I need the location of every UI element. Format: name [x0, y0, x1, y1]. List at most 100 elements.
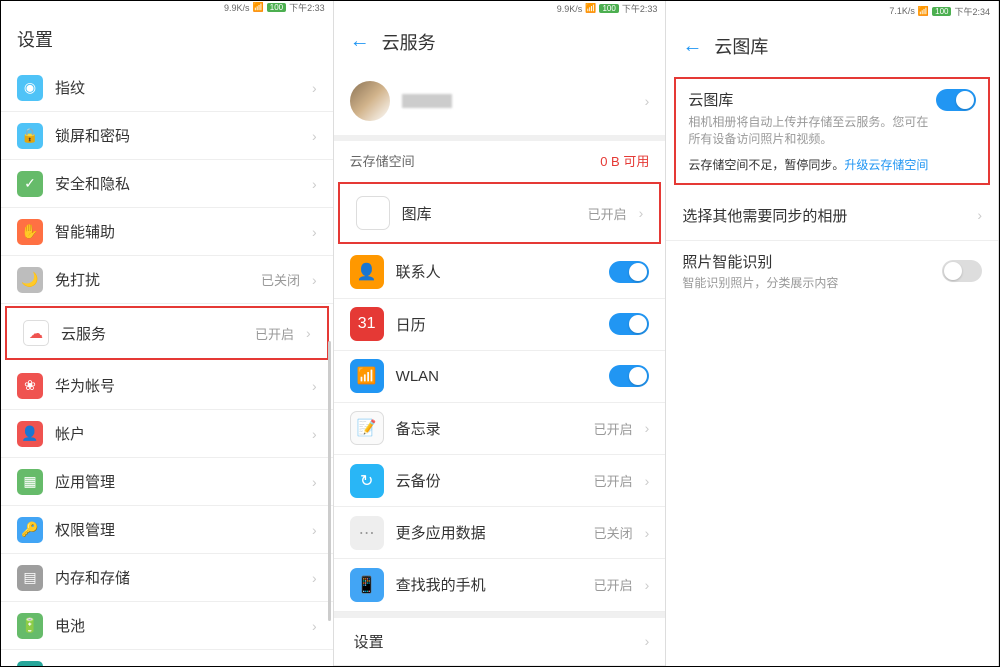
- cloud-icon: ☁: [23, 320, 49, 346]
- chevron-right-icon: ›: [645, 420, 650, 436]
- more-icon: ⋯: [350, 516, 384, 550]
- item-app-mgmt[interactable]: ▦应用管理›: [1, 458, 333, 506]
- fingerprint-icon: ◉: [17, 75, 43, 101]
- item-find-phone[interactable]: 📱查找我的手机已开启›: [334, 559, 666, 611]
- storage-value: 0 B 可用: [600, 151, 649, 170]
- chevron-right-icon: ›: [312, 474, 317, 490]
- item-app-twin[interactable]: ◫应用分身›: [1, 650, 333, 666]
- cloud-gallery-desc: 相机相册将自动上传并存储至云服务。您可在所有设备访问照片和视频。: [688, 114, 936, 148]
- chevron-right-icon: ›: [645, 93, 650, 109]
- settings-panel: 9.9K/s 📶 100 下午2:33 设置 ◉指纹› 🔒锁屏和密码› ✓安全和…: [1, 1, 334, 666]
- hand-icon: ✋: [17, 219, 43, 245]
- highlight-gallery: 🖼图库已开启›: [338, 182, 662, 244]
- storage-header[interactable]: 云存储空间 0 B 可用: [334, 141, 666, 180]
- cloud-gallery-toggle[interactable]: [936, 89, 976, 111]
- battery-level: 100: [599, 4, 618, 13]
- signal-icon: 📶: [253, 2, 264, 13]
- item-security[interactable]: ✓安全和隐私›: [1, 160, 333, 208]
- highlight-cloud-gallery: 云图库 相机相册将自动上传并存储至云服务。您可在所有设备访问照片和视频。 云存储…: [674, 77, 990, 185]
- scrollbar[interactable]: [328, 341, 331, 621]
- header: ← 云服务: [334, 17, 666, 67]
- moon-icon: 🌙: [17, 267, 43, 293]
- apps-icon: ▦: [17, 469, 43, 495]
- chevron-right-icon: ›: [645, 473, 650, 489]
- wlan-toggle[interactable]: [609, 365, 649, 387]
- chevron-right-icon: ›: [312, 426, 317, 442]
- item-accounts[interactable]: 👤帐户›: [1, 410, 333, 458]
- item-storage[interactable]: ▤内存和存储›: [1, 554, 333, 602]
- item-gallery[interactable]: 🖼图库已开启›: [340, 184, 660, 242]
- item-settings[interactable]: 设置›: [334, 618, 666, 666]
- item-cloud-service[interactable]: ☁云服务已开启›: [7, 308, 327, 358]
- status-bar: 9.9K/s 📶 100 下午2:33: [1, 1, 333, 14]
- smart-recognition-toggle[interactable]: [942, 260, 982, 282]
- chevron-right-icon: ›: [645, 577, 650, 593]
- net-speed: 9.9K/s: [224, 3, 250, 13]
- item-permissions[interactable]: 🔑权限管理›: [1, 506, 333, 554]
- item-notes[interactable]: 📝备忘录已开启›: [334, 403, 666, 455]
- status-bar: 9.9K/s 📶 100 下午2:33: [334, 1, 666, 17]
- battery-icon: 🔋: [17, 613, 43, 639]
- item-fingerprint[interactable]: ◉指纹›: [1, 64, 333, 112]
- chevron-right-icon: ›: [645, 525, 650, 541]
- chevron-right-icon: ›: [312, 272, 317, 288]
- item-contacts[interactable]: 👤联系人: [334, 246, 666, 298]
- page-title: 云服务: [382, 29, 436, 55]
- back-button[interactable]: ←: [682, 35, 702, 58]
- calendar-toggle[interactable]: [609, 313, 649, 335]
- chevron-right-icon: ›: [639, 205, 644, 221]
- chevron-right-icon: ›: [312, 176, 317, 192]
- chevron-right-icon: ›: [977, 207, 982, 223]
- chevron-right-icon: ›: [306, 325, 311, 341]
- battery-level: 100: [932, 7, 951, 16]
- header: ← 云图库: [666, 21, 998, 71]
- wifi-icon: 📶: [350, 359, 384, 393]
- person-icon: 👤: [17, 421, 43, 447]
- backup-icon: ↻: [350, 464, 384, 498]
- chevron-right-icon: ›: [312, 378, 317, 394]
- shield-icon: ✓: [17, 171, 43, 197]
- cloud-gallery-title: 云图库: [688, 89, 936, 110]
- signal-icon: 📶: [585, 3, 596, 14]
- key-icon: 🔑: [17, 517, 43, 543]
- cloud-service-panel: 9.9K/s 📶 100 下午2:33 ← 云服务 › 云存储空间 0 B 可用…: [334, 1, 667, 666]
- upgrade-storage-link[interactable]: 升级云存储空间: [844, 158, 928, 172]
- storage-icon: ▤: [17, 565, 43, 591]
- page-title: 设置: [1, 14, 333, 64]
- phone-icon: 📱: [350, 568, 384, 602]
- item-lockscreen[interactable]: 🔒锁屏和密码›: [1, 112, 333, 160]
- profile-row[interactable]: ›: [334, 67, 666, 135]
- chevron-right-icon: ›: [312, 128, 317, 144]
- chevron-right-icon: ›: [312, 224, 317, 240]
- lock-icon: 🔒: [17, 123, 43, 149]
- twin-icon: ◫: [17, 661, 43, 667]
- avatar: [350, 81, 390, 121]
- calendar-icon: 31: [350, 307, 384, 341]
- item-calendar[interactable]: 31日历: [334, 299, 666, 351]
- storage-warning: 云存储空间不足，暂停同步。升级云存储空间: [688, 156, 976, 173]
- contacts-toggle[interactable]: [609, 261, 649, 283]
- item-select-albums[interactable]: 选择其他需要同步的相册 ›: [666, 191, 998, 241]
- huawei-icon: ❀: [17, 373, 43, 399]
- clock: 下午2:33: [289, 1, 325, 14]
- chevron-right-icon: ›: [312, 80, 317, 96]
- status-bar: 7.1K/s 📶 100 下午2:34: [666, 1, 998, 21]
- item-cloud-backup[interactable]: ↻云备份已开启›: [334, 455, 666, 507]
- clock: 下午2:33: [622, 2, 658, 15]
- battery-level: 100: [267, 3, 286, 12]
- cloud-gallery-panel: 7.1K/s 📶 100 下午2:34 ← 云图库 云图库 相机相册将自动上传并…: [666, 1, 999, 666]
- net-speed: 7.1K/s: [889, 6, 915, 16]
- gallery-icon: 🖼: [356, 196, 390, 230]
- chevron-right-icon: ›: [312, 618, 317, 634]
- item-battery[interactable]: 🔋电池›: [1, 602, 333, 650]
- back-button[interactable]: ←: [350, 30, 370, 53]
- item-huawei-account[interactable]: ❀华为帐号›: [1, 362, 333, 410]
- item-wlan[interactable]: 📶WLAN: [334, 351, 666, 403]
- chevron-right-icon: ›: [312, 666, 317, 667]
- item-smart-recognition[interactable]: 照片智能识别 智能识别照片，分类展示内容: [666, 241, 998, 301]
- highlight-cloud-service: ☁云服务已开启›: [5, 306, 329, 360]
- chevron-right-icon: ›: [645, 633, 650, 649]
- item-dnd[interactable]: 🌙免打扰已关闭›: [1, 256, 333, 304]
- item-more-data[interactable]: ⋯更多应用数据已关闭›: [334, 507, 666, 559]
- item-accessibility[interactable]: ✋智能辅助›: [1, 208, 333, 256]
